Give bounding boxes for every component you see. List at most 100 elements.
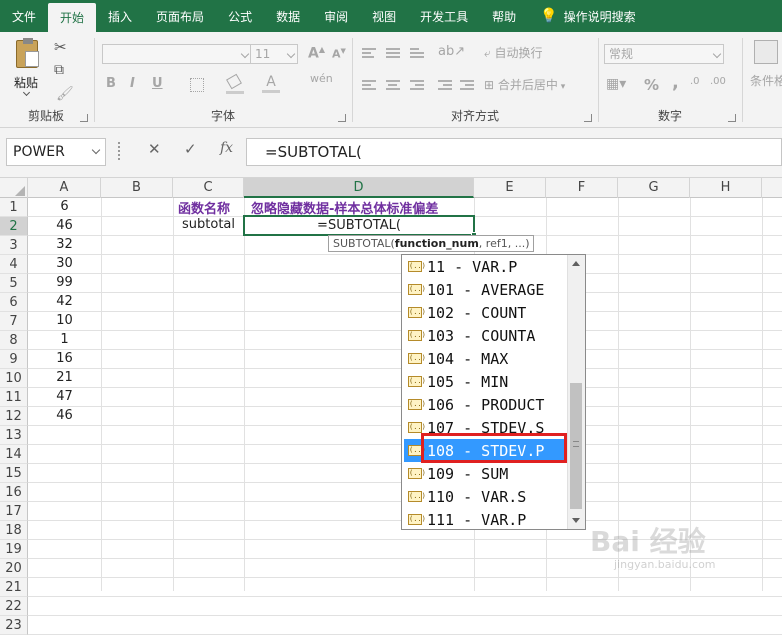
conditional-formatting-icon[interactable] [754,40,778,64]
row-header[interactable]: 17 [0,502,28,521]
scroll-up-icon[interactable] [572,261,580,266]
row-header[interactable]: 5 [0,274,28,293]
comma-button[interactable]: , [672,72,679,93]
cell-a[interactable]: 10 [28,313,101,328]
dropdown-item[interactable]: (..) 108 - STDEV.P [404,439,570,462]
row-header[interactable]: 23 [0,616,28,635]
select-all-corner[interactable] [0,178,28,198]
tab-file[interactable]: 文件 [0,0,48,32]
dropdown-scrollbar[interactable] [567,255,585,529]
wrap-text-button[interactable]: ⤶ 自动换行 [484,44,543,61]
clipboard-launcher-icon[interactable] [80,114,88,122]
accounting-icon[interactable]: ▦▾ [606,76,626,92]
fill-color-icon[interactable] [226,73,244,94]
conditional-formatting-button[interactable]: 条件格 [750,72,782,89]
row-header[interactable]: 3 [0,236,28,255]
row-header[interactable]: 21 [0,578,28,597]
increase-decimal-icon[interactable]: .0 [690,76,700,87]
row-header[interactable]: 18 [0,521,28,540]
tab-view[interactable]: 视图 [360,0,408,32]
number-launcher-icon[interactable] [728,114,736,122]
scroll-down-icon[interactable] [572,518,580,523]
cell-a[interactable]: 16 [28,351,101,366]
cut-icon[interactable]: ✂ [54,38,67,56]
row-header[interactable]: 13 [0,426,28,445]
enter-button[interactable]: ✓ [184,140,197,158]
tab-data[interactable]: 数据 [264,0,312,32]
row-header[interactable]: 12 [0,407,28,426]
cell-a[interactable]: 1 [28,332,101,347]
dropdown-item[interactable]: (..) 107 - STDEV.S [404,416,570,439]
row-header[interactable]: 19 [0,540,28,559]
format-painter-icon[interactable]: 🖌 [56,86,74,102]
align-right-icon[interactable] [410,78,424,92]
tab-home[interactable]: 开始 [48,3,97,32]
row-header[interactable]: 20 [0,559,28,578]
scroll-thumb[interactable] [570,383,582,509]
dropdown-item[interactable]: (..) 106 - PRODUCT [404,393,570,416]
row-header[interactable]: 4 [0,255,28,274]
dropdown-item[interactable]: (..) 102 - COUNT [404,301,570,324]
border-icon[interactable] [190,78,204,92]
underline-button[interactable]: U [152,76,163,91]
cell-a[interactable]: 99 [28,275,101,290]
formula-input[interactable]: =SUBTOTAL( [246,138,782,166]
cell-a[interactable]: 30 [28,256,101,271]
align-left-icon[interactable] [362,78,376,92]
dropdown-item[interactable]: (..) 11 - VAR.P [404,255,570,278]
column-header-h[interactable]: H [690,178,762,198]
number-format-select[interactable]: 常规 [604,44,724,64]
function-num-dropdown[interactable]: (..) 11 - VAR.P (..) 101 - AVERAGE (..) 102 -… [401,254,586,530]
insert-function-button[interactable]: fx [220,140,233,156]
tell-me-search[interactable]: 💡 操作说明搜索 [528,0,647,32]
phonetic-icon[interactable]: wén [310,72,333,85]
increase-indent-icon[interactable] [460,78,474,92]
decrease-font-icon[interactable]: A▼ [332,47,346,61]
row-header[interactable]: 14 [0,445,28,464]
dropdown-item[interactable]: (..) 101 - AVERAGE [404,278,570,301]
align-middle-icon[interactable] [386,46,400,60]
cell-c1[interactable]: 函数名称 [178,198,230,217]
column-header-e[interactable]: E [474,178,546,198]
row-header[interactable]: 2 [0,217,28,236]
column-header-d[interactable]: D [244,178,474,198]
row-header[interactable]: 7 [0,312,28,331]
row-header[interactable]: 15 [0,464,28,483]
column-header-c[interactable]: C [173,178,244,198]
cell-a[interactable]: 32 [28,237,101,252]
tab-developer[interactable]: 开发工具 [408,0,480,32]
dropdown-item[interactable]: (..) 110 - VAR.S [404,485,570,508]
cell-a[interactable]: 6 [28,199,101,214]
column-header-a[interactable]: A [28,178,101,198]
tab-page-layout[interactable]: 页面布局 [144,0,216,32]
font-launcher-icon[interactable] [338,114,346,122]
row-header[interactable]: 8 [0,331,28,350]
column-header-b[interactable]: B [101,178,173,198]
alignment-launcher-icon[interactable] [584,114,592,122]
cell-c2[interactable]: subtotal [182,217,235,232]
font-size-select[interactable]: 11 [250,44,298,64]
dropdown-item[interactable]: (..) 103 - COUNTA [404,324,570,347]
tab-formulas[interactable]: 公式 [216,0,264,32]
align-center-icon[interactable] [386,78,400,92]
font-name-select[interactable] [102,44,252,64]
row-header[interactable]: 6 [0,293,28,312]
row-header[interactable]: 9 [0,350,28,369]
percent-button[interactable]: % [644,76,659,94]
row-header[interactable]: 16 [0,483,28,502]
row-header[interactable]: 22 [0,597,28,616]
cell-a[interactable]: 46 [28,218,101,233]
cell-a[interactable]: 47 [28,389,101,404]
dropdown-item[interactable]: (..) 109 - SUM [404,462,570,485]
row-header[interactable]: 1 [0,198,28,217]
align-bottom-icon[interactable] [410,46,424,60]
paste-button[interactable]: 粘贴 [10,38,46,97]
row-header[interactable]: 10 [0,369,28,388]
decrease-decimal-icon[interactable]: .00 [710,76,726,87]
decrease-indent-icon[interactable] [438,78,452,92]
italic-button[interactable]: I [130,76,135,91]
function-tooltip[interactable]: SUBTOTAL(function_num, ref1, ...) [328,235,535,252]
merge-center-button[interactable]: ⊞ 合并后居中 ▾ [484,76,565,93]
name-box[interactable]: POWER [6,138,106,166]
copy-icon[interactable]: ⧉ [54,62,64,78]
